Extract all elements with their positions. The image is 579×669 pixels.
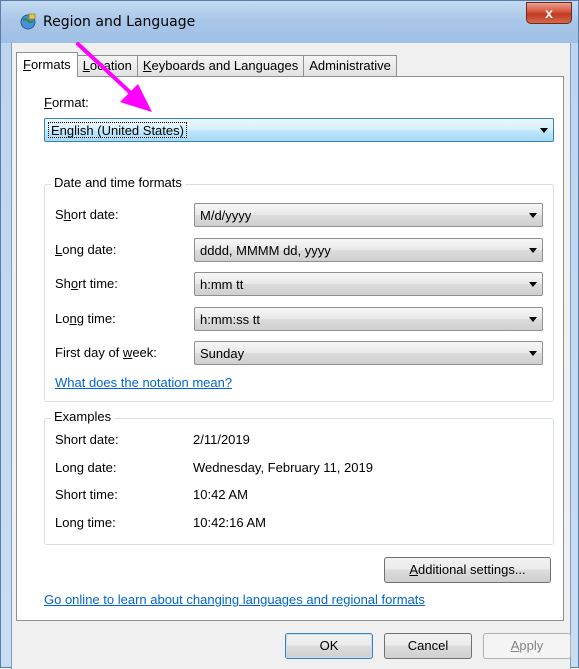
example-short-date-label: Short date:	[55, 432, 119, 447]
example-short-date-value: 2/11/2019	[193, 432, 250, 447]
cancel-button[interactable]: Cancel	[384, 633, 472, 659]
tab-keyboards-label: eyboards and Languages	[151, 58, 299, 73]
long-date-dropdown[interactable]: dddd, MMMM dd, yyyy	[194, 238, 543, 262]
tab-administrative-label: Administrative	[309, 58, 391, 73]
example-short-time-label: Short time:	[55, 487, 118, 502]
apply-button[interactable]: Apply	[483, 633, 571, 659]
globe-icon	[20, 13, 36, 30]
chevron-down-icon	[529, 248, 537, 253]
tab-formats-label: ormats	[30, 57, 71, 72]
additional-settings-accesskey: A	[409, 562, 418, 577]
long-date-label: Long date:	[55, 242, 117, 257]
short-date-dropdown[interactable]: M/d/yyyy	[194, 203, 543, 227]
close-button[interactable]: x	[526, 2, 572, 24]
tab-formats[interactable]: Formats	[16, 52, 78, 77]
tab-administrative[interactable]: Administrative	[303, 55, 397, 77]
example-long-time-value: 10:42:16 AM	[193, 515, 266, 530]
date-time-formats-title: Date and time formats	[51, 175, 185, 190]
first-day-of-week-dropdown[interactable]: Sunday	[194, 341, 543, 365]
chevron-down-icon	[529, 317, 537, 322]
examples-title: Examples	[51, 409, 115, 424]
first-day-of-week-value: Sunday	[200, 346, 245, 361]
annotation-arrow-icon	[76, 42, 152, 112]
ok-button[interactable]: OK	[285, 633, 373, 659]
chevron-down-icon	[540, 128, 548, 133]
chevron-down-icon	[529, 351, 537, 356]
long-time-value: h:mm:ss tt	[200, 312, 260, 327]
long-time-dropdown[interactable]: h:mm:ss tt	[194, 307, 543, 331]
short-date-value: M/d/yyyy	[200, 208, 252, 223]
chevron-down-icon	[529, 213, 537, 218]
window-title: Region and Language	[43, 14, 196, 30]
additional-settings-button[interactable]: Additional settings...	[384, 557, 551, 583]
apply-label: pply	[519, 638, 544, 653]
tab-formats-accesskey: F	[23, 57, 31, 72]
online-help-link[interactable]: Go online to learn about changing langua…	[44, 592, 425, 607]
short-time-dropdown[interactable]: h:mm tt	[194, 272, 543, 296]
short-time-value: h:mm tt	[200, 277, 244, 292]
long-time-label: Long time:	[55, 311, 116, 326]
examples-group	[44, 418, 554, 545]
additional-settings-label: dditional settings...	[417, 562, 526, 577]
example-long-date-value: Wednesday, February 11, 2019	[193, 460, 373, 475]
tab-strip: Formats Location Keyboards and Languages…	[16, 52, 397, 77]
first-day-of-week-label: First day of week:	[55, 345, 157, 360]
close-icon: x	[545, 5, 553, 21]
title-bar[interactable]: Region and Language x	[1, 1, 578, 43]
example-long-date-label: Long date:	[55, 460, 117, 475]
example-long-time-label: Long time:	[55, 515, 116, 530]
short-time-label: Short time:	[55, 276, 118, 291]
long-date-value: dddd, MMMM dd, yyyy	[200, 243, 331, 258]
example-short-time-value: 10:42 AM	[193, 487, 248, 502]
chevron-down-icon	[529, 282, 537, 287]
notation-help-link[interactable]: What does the notation mean?	[55, 375, 232, 390]
format-dropdown-value: English (United States)	[48, 122, 187, 138]
short-date-label: Short date:	[55, 207, 119, 222]
format-label-accesskey: F	[44, 95, 52, 110]
format-dropdown[interactable]: English (United States)	[44, 118, 554, 142]
